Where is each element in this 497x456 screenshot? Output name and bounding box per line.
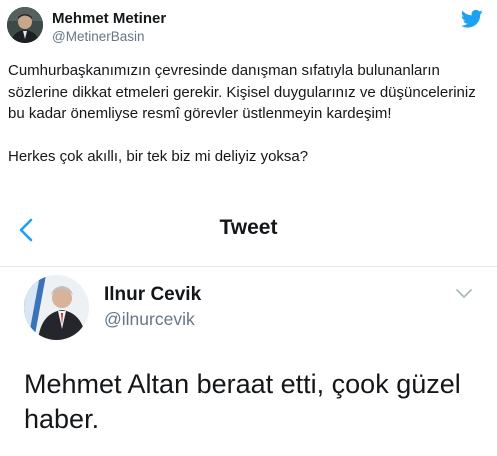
quoted-tweet-text: Mehmet Altan beraat etti, çook güzel hab… <box>24 369 461 434</box>
quoted-avatar[interactable] <box>24 275 89 340</box>
embedded-screenshot: Tweet Ilnur Cevik @ilnurcevik Mehmet Alt… <box>0 205 497 456</box>
twitter-bird-icon <box>461 9 483 28</box>
tweet-paragraph: Herkes çok akıllı, bir tek biz mi deliyi… <box>8 148 309 165</box>
tweet-paragraph: Cumhurbaşkanımızın çevresinde danışman s… <box>8 62 476 122</box>
quoted-author-handle[interactable]: @ilnurcevik <box>104 309 195 330</box>
author-name[interactable]: Mehmet Metiner <box>52 10 166 27</box>
embedded-header-title: Tweet <box>219 216 278 239</box>
embedded-divider <box>0 266 497 267</box>
chevron-down-icon[interactable] <box>455 288 473 300</box>
author-avatar[interactable] <box>7 7 43 43</box>
tweet-text: Cumhurbaşkanımızın çevresinde danışman s… <box>8 60 488 168</box>
quoted-author-name[interactable]: Ilnur Cevik <box>104 284 201 306</box>
author-handle[interactable]: @MetinerBasin <box>52 29 145 44</box>
tweet-card: Mehmet Metiner @MetinerBasin Cumhurbaşka… <box>0 0 497 456</box>
